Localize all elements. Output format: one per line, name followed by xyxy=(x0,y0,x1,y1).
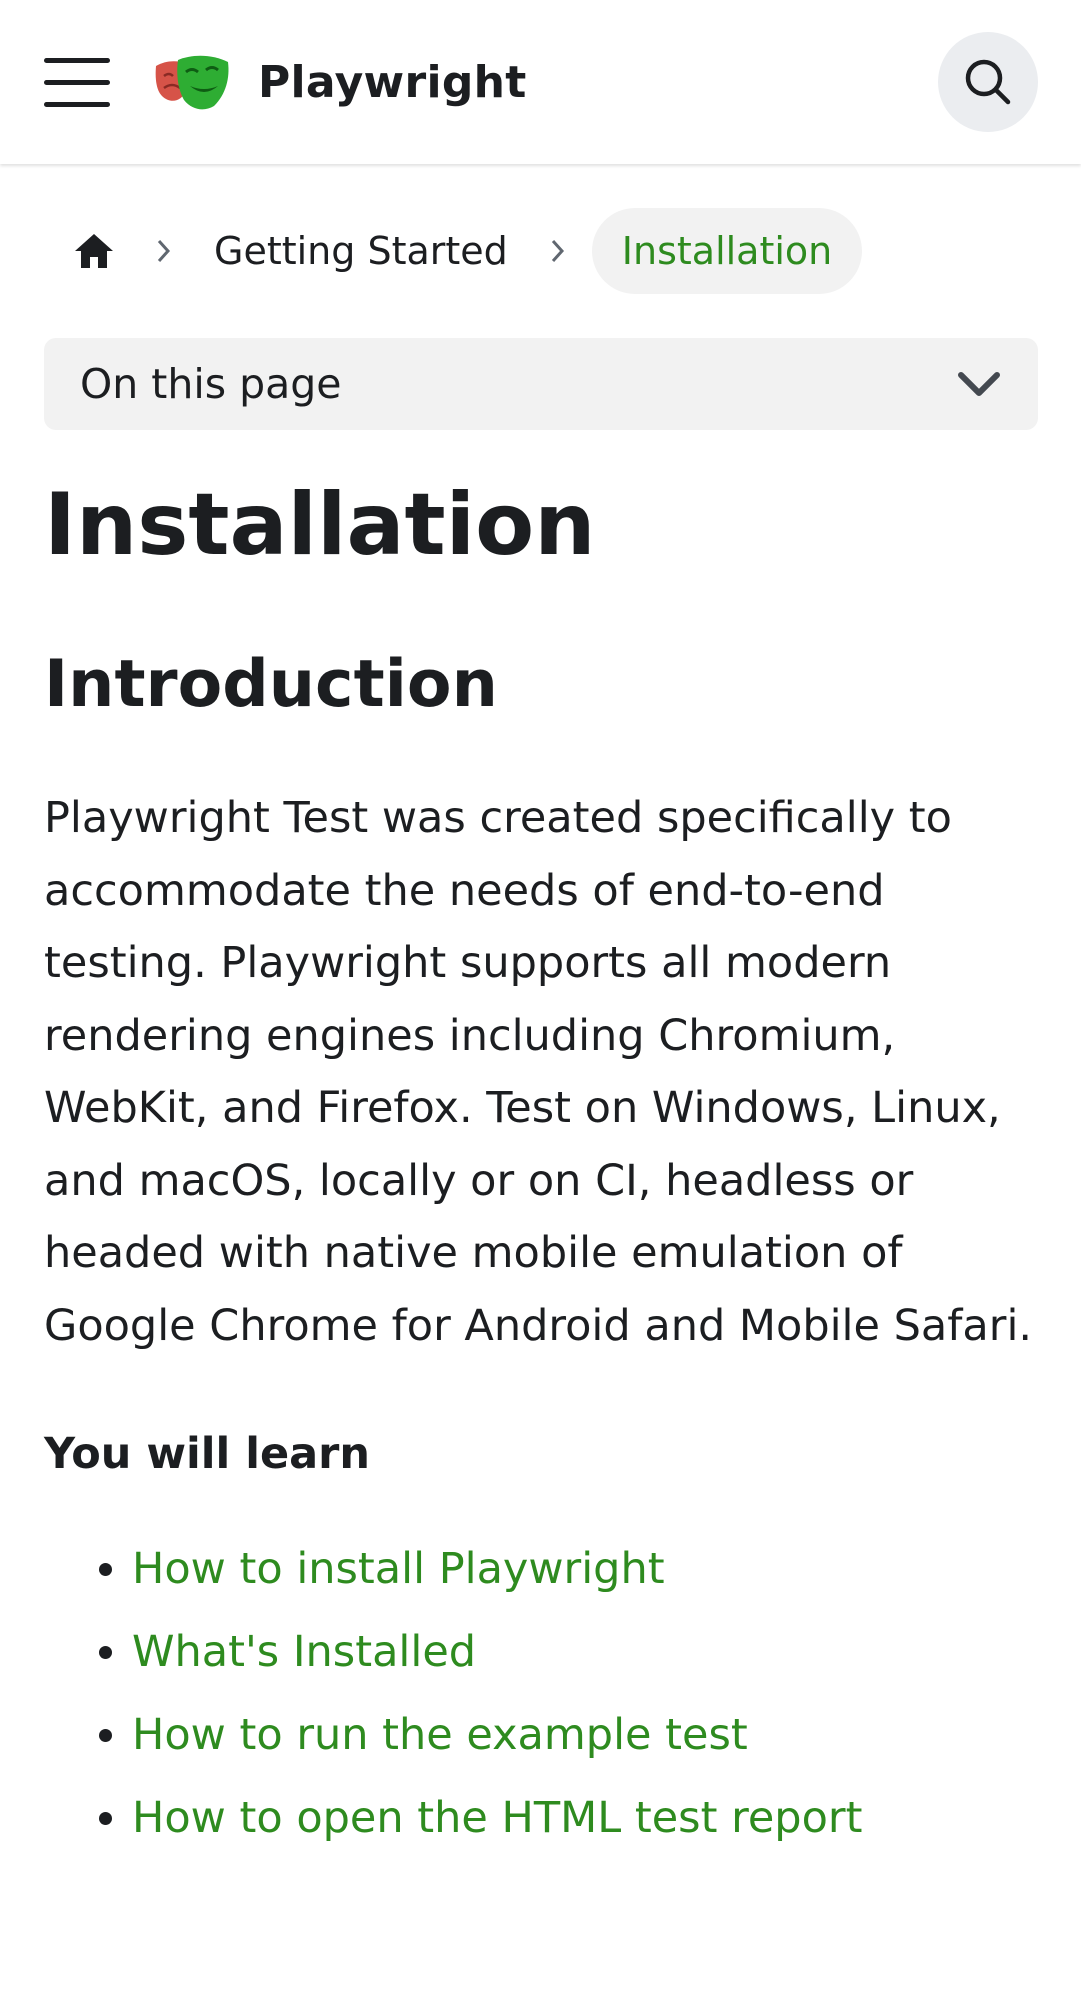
toc-label: On this page xyxy=(80,360,342,408)
home-icon xyxy=(75,234,113,268)
learn-heading: You will learn xyxy=(44,1429,370,1479)
learn-link-run-example[interactable]: How to run the example test xyxy=(132,1710,748,1760)
breadcrumb-getting-started[interactable]: Getting Started xyxy=(184,208,538,294)
page-title: Installation xyxy=(44,475,596,575)
menu-bar xyxy=(44,79,110,85)
breadcrumb-home[interactable] xyxy=(44,208,144,294)
intro-paragraph: Playwright Test was created specifically… xyxy=(44,793,1033,1351)
menu-bar xyxy=(44,101,110,107)
learn-link-html-report[interactable]: How to open the HTML test report xyxy=(132,1793,862,1843)
brand-link[interactable]: Playwright xyxy=(152,52,527,112)
list-item: How to install Playwright xyxy=(132,1528,1038,1611)
list-item: How to run the example test xyxy=(132,1694,1038,1777)
chevron-right-icon xyxy=(538,208,578,294)
search-icon xyxy=(965,59,1011,105)
breadcrumb-current: Installation xyxy=(591,208,863,294)
section-title-introduction: Introduction xyxy=(44,647,498,722)
learn-link-whats-installed[interactable]: What's Installed xyxy=(132,1627,476,1677)
list-item: What's Installed xyxy=(132,1611,1038,1694)
search-button[interactable] xyxy=(938,32,1038,132)
top-navbar: Playwright xyxy=(0,0,1081,164)
chevron-right-icon xyxy=(144,208,184,294)
article-content: Installation Introduction Playwright Tes… xyxy=(44,470,1038,1860)
learn-list: How to install Playwright What's Install… xyxy=(44,1528,1038,1860)
hamburger-menu-icon[interactable] xyxy=(44,50,124,114)
list-item: How to open the HTML test report xyxy=(132,1777,1038,1860)
brand-title: Playwright xyxy=(258,56,527,108)
learn-link-install[interactable]: How to install Playwright xyxy=(132,1544,665,1594)
playwright-logo-icon xyxy=(155,55,229,110)
menu-bar xyxy=(44,57,110,63)
on-this-page-toggle[interactable]: On this page xyxy=(44,338,1038,430)
chevron-down-icon xyxy=(958,372,1000,396)
breadcrumb: Getting Started Installation xyxy=(44,208,863,294)
